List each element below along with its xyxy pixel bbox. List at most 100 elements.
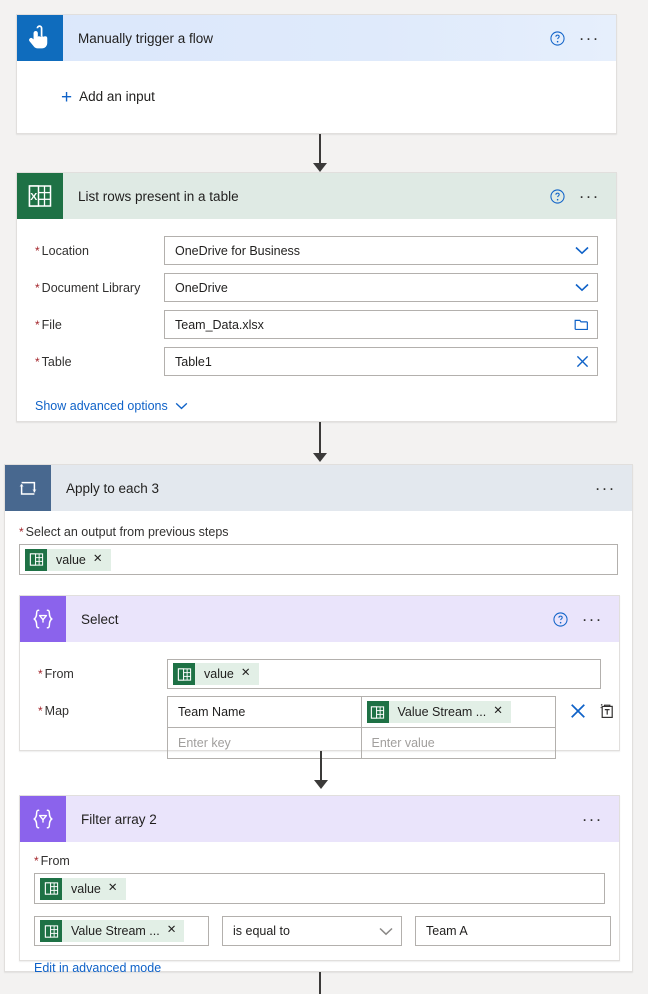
card-header[interactable]: Filter array 2 ... bbox=[20, 796, 619, 842]
token-remove-icon[interactable]: ✕ bbox=[167, 925, 185, 937]
condition-left-input[interactable]: Value Stream ... ✕ bbox=[34, 916, 209, 946]
card-header-actions[interactable]: ... bbox=[582, 807, 619, 827]
clear-icon[interactable] bbox=[576, 355, 589, 368]
foreach-loop-icon bbox=[5, 465, 51, 511]
show-advanced-options-label: Show advanced options bbox=[35, 399, 168, 413]
data-operation-icon bbox=[20, 796, 66, 842]
excel-token-icon bbox=[40, 920, 62, 942]
card-apply-to-each-3[interactable]: Apply to each 3 ... * Select an output fr… bbox=[4, 464, 633, 975]
required-asterisk: * bbox=[38, 704, 43, 718]
card-title: Select bbox=[81, 611, 119, 627]
card-manually-trigger-a-flow[interactable]: Manually trigger a flow ... + Add an inp… bbox=[16, 14, 617, 134]
token-chip-value[interactable]: value ✕ bbox=[25, 548, 111, 571]
chevron-down-icon[interactable] bbox=[575, 283, 589, 292]
select-body: * From value ✕ * Map Team Name Value Str… bbox=[20, 642, 619, 759]
show-advanced-options-link[interactable]: Show advanced options bbox=[35, 399, 188, 413]
card-filter-array-2[interactable]: Filter array 2 ... * From value ✕ Value … bbox=[19, 795, 620, 975]
card-header[interactable]: Select ... bbox=[20, 596, 619, 642]
token-chip-value[interactable]: value ✕ bbox=[173, 663, 259, 685]
required-asterisk: * bbox=[35, 317, 40, 332]
required-asterisk: * bbox=[35, 354, 40, 369]
map-row[interactable]: Team Name Value Stream ... ✕ bbox=[168, 697, 555, 727]
connector-arrow bbox=[314, 751, 328, 789]
chevron-down-icon[interactable] bbox=[379, 927, 393, 936]
token-chip-value-stream[interactable]: Value Stream ... ✕ bbox=[40, 920, 185, 942]
card-menu-button[interactable]: ... bbox=[579, 184, 600, 204]
map-key-input[interactable]: Enter key bbox=[168, 728, 362, 758]
card-title: Manually trigger a flow bbox=[78, 30, 214, 46]
condition-operator-dropdown[interactable]: is equal to bbox=[222, 916, 402, 946]
token-remove-icon[interactable]: ✕ bbox=[108, 882, 126, 895]
map-key-cell[interactable]: Team Name bbox=[168, 697, 362, 727]
flow-designer-canvas: Manually trigger a flow ... + Add an inp… bbox=[0, 0, 648, 994]
token-chip-value-stream[interactable]: Value Stream ... ✕ bbox=[366, 701, 511, 723]
card-header-actions[interactable]: ... bbox=[550, 184, 616, 204]
operator-value: is equal to bbox=[233, 924, 290, 938]
switch-to-text-mode-icon[interactable] bbox=[599, 703, 615, 719]
field-label: * File bbox=[35, 318, 164, 332]
filter-from-input[interactable]: value ✕ bbox=[34, 873, 605, 904]
card-menu-button[interactable]: ... bbox=[582, 807, 603, 827]
required-asterisk: * bbox=[35, 280, 40, 295]
card-menu-button[interactable]: ... bbox=[595, 476, 616, 496]
excel-token-icon bbox=[40, 877, 62, 900]
map-row[interactable]: Enter key Enter value bbox=[168, 727, 555, 758]
select-output-label: * Select an output from previous steps bbox=[19, 525, 618, 539]
label-text: From bbox=[44, 667, 74, 681]
token-remove-icon[interactable]: ✕ bbox=[493, 706, 511, 718]
select-output-input[interactable]: value ✕ bbox=[19, 544, 618, 575]
add-an-input-label: Add an input bbox=[79, 89, 155, 104]
map-value-cell[interactable]: Value Stream ... ✕ bbox=[362, 697, 556, 727]
folder-picker-icon[interactable] bbox=[574, 318, 589, 331]
document-library-dropdown[interactable]: OneDrive bbox=[164, 273, 598, 302]
excel-token-icon bbox=[25, 548, 47, 571]
table-input[interactable]: Table1 bbox=[164, 347, 598, 376]
card-header[interactable]: Apply to each 3 ... bbox=[5, 465, 632, 511]
data-operation-icon bbox=[20, 596, 66, 642]
add-an-input-button[interactable]: + Add an input bbox=[35, 87, 155, 107]
edit-in-advanced-mode-link[interactable]: Edit in advanced mode bbox=[34, 961, 161, 975]
card-title: Apply to each 3 bbox=[66, 480, 160, 496]
card-menu-button[interactable]: ... bbox=[582, 607, 603, 627]
card-menu-button[interactable]: ... bbox=[579, 26, 600, 46]
svg-text:X: X bbox=[30, 191, 37, 203]
token-label: value bbox=[71, 881, 101, 896]
token-chip-value[interactable]: value ✕ bbox=[40, 877, 126, 900]
token-remove-icon[interactable]: ✕ bbox=[241, 668, 259, 680]
excel-token-icon bbox=[366, 701, 389, 723]
help-icon[interactable] bbox=[550, 30, 565, 46]
token-label: Value Stream ... bbox=[397, 705, 487, 719]
card-header[interactable]: X List rows present in a table ... bbox=[17, 173, 616, 219]
file-input[interactable]: Team_Data.xlsx bbox=[164, 310, 598, 339]
chevron-down-icon[interactable] bbox=[575, 246, 589, 255]
filter-array-body: * From value ✕ Value Stream ... ✕ is equ… bbox=[20, 842, 619, 975]
required-asterisk: * bbox=[38, 667, 43, 681]
token-remove-icon[interactable]: ✕ bbox=[93, 553, 111, 566]
map-value-input[interactable]: Enter value bbox=[362, 728, 556, 758]
location-dropdown[interactable]: OneDrive for Business bbox=[164, 236, 598, 265]
condition-value-input[interactable]: Team A bbox=[415, 916, 611, 946]
card-header-actions[interactable]: ... bbox=[553, 607, 619, 627]
token-label: value bbox=[56, 552, 86, 567]
connector-arrow-bottom bbox=[313, 972, 327, 994]
card-header[interactable]: Manually trigger a flow ... bbox=[17, 15, 616, 61]
touch-trigger-icon bbox=[17, 15, 63, 61]
card-select[interactable]: Select ... * From value ✕ * Map Team Nam… bbox=[19, 595, 620, 759]
help-icon[interactable] bbox=[553, 611, 568, 627]
card-header-actions[interactable]: ... bbox=[550, 26, 616, 46]
field-label: * Location bbox=[35, 244, 164, 258]
card-list-rows-present-in-a-table[interactable]: X List rows present in a table ... * Loc… bbox=[16, 172, 617, 422]
select-from-input[interactable]: value ✕ bbox=[167, 659, 601, 689]
delete-row-icon[interactable] bbox=[570, 703, 586, 719]
edit-in-advanced-mode-label: Edit in advanced mode bbox=[34, 961, 162, 975]
document-library-value: OneDrive bbox=[175, 280, 228, 295]
help-icon[interactable] bbox=[550, 188, 565, 204]
apply-to-each-body: * Select an output from previous steps va… bbox=[5, 511, 632, 975]
map-row-actions[interactable] bbox=[556, 696, 615, 719]
trigger-body: + Add an input bbox=[17, 61, 616, 107]
required-asterisk: * bbox=[19, 525, 24, 539]
card-header-actions[interactable]: ... bbox=[595, 476, 632, 496]
required-asterisk: * bbox=[35, 243, 40, 258]
token-label: Value Stream ... bbox=[71, 924, 160, 938]
field-document-library: * Document Library OneDrive bbox=[35, 269, 598, 306]
